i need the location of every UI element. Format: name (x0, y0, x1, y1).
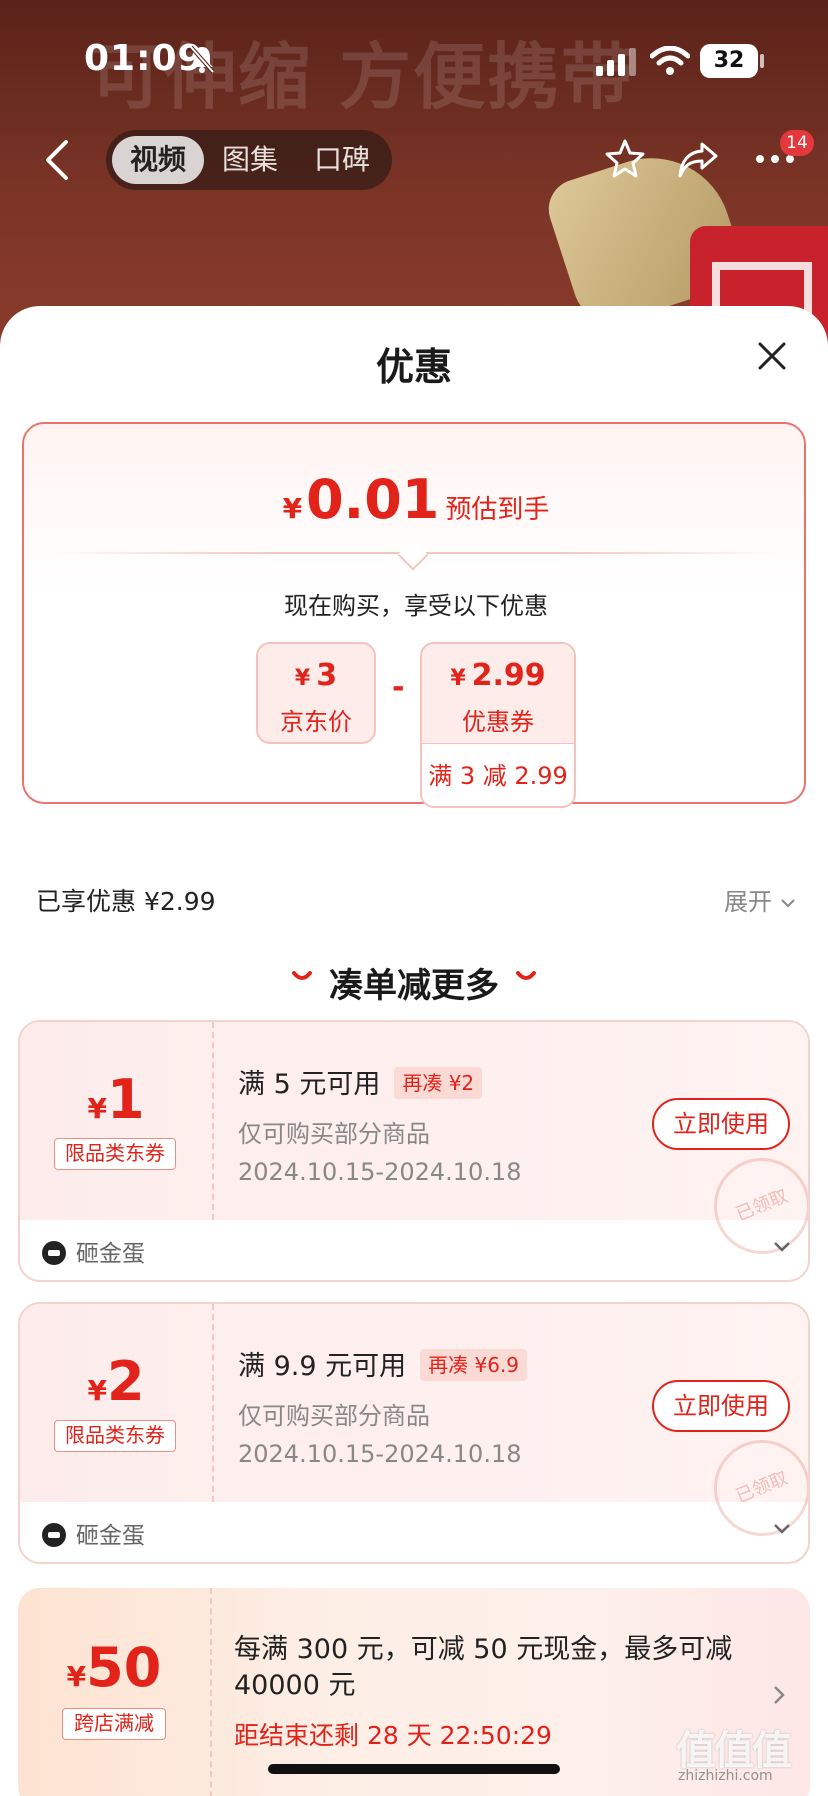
favorite-star-icon[interactable] (604, 138, 646, 180)
jd-price-box: ¥3 京东价 (256, 642, 376, 744)
coupon-main: ¥1 限品类东券 满 5 元可用 再凑 ¥2 仅可购买部分商品 2024.10.1… (20, 1022, 808, 1269)
coupon-condition: 满 9.9 元可用 再凑 ¥6.9 (238, 1344, 527, 1383)
currency-symbol: ¥ (450, 666, 466, 691)
coupon-condition-text: 满 5 元可用 (238, 1069, 381, 1100)
price-summary-card: ¥0.01 预估到手 现在购买，享受以下优惠 ¥3 京东价 - ¥2.99 优惠券… (22, 422, 808, 808)
bell-off-icon (189, 45, 215, 74)
chevron-down-icon[interactable] (772, 1522, 792, 1536)
source-icon (42, 1523, 66, 1547)
coupon-discount-box: ¥2.99 优惠券 满 3 减 2.99 (420, 642, 576, 808)
cellular-signal-icon (596, 48, 636, 76)
currency-symbol: ¥ (294, 666, 311, 691)
expand-label: 展开 (724, 888, 772, 916)
coupon-amount: 1 (106, 1068, 145, 1131)
coupon-main: ¥2 限品类东券 满 9.9 元可用 再凑 ¥6.9 仅可购买部分商品 2024.… (20, 1304, 808, 1551)
enjoyed-discount-text: 已享优惠 ¥2.99 (36, 887, 216, 916)
coupon-rule: 满 3 减 2.99 (428, 762, 568, 790)
back-arrow-icon[interactable] (38, 138, 78, 182)
divider-notch (397, 539, 429, 571)
media-tabs: 视频 图集 口碑 (106, 130, 392, 190)
coupon-condition: 满 5 元可用 再凑 ¥2 (238, 1062, 483, 1101)
chevron-right-icon (774, 1686, 785, 1704)
use-now-button[interactable]: 立即使用 (652, 1380, 790, 1432)
promo-description: 每满 300 元，可减 50 元现金，最多可减 40000 元 (234, 1634, 733, 1701)
coupon-source[interactable]: 砸金蛋 (42, 1516, 145, 1550)
coupon-source-label: 砸金蛋 (76, 1241, 145, 1267)
use-now-button[interactable]: 立即使用 (652, 1098, 790, 1150)
jd-price-label: 京东价 (280, 708, 352, 736)
home-indicator[interactable] (268, 1764, 560, 1774)
source-icon (42, 1241, 66, 1265)
currency-symbol: ¥ (87, 1092, 107, 1125)
currency-symbol: ¥ (66, 1660, 87, 1693)
claimed-stamp: 已领取 (699, 1143, 808, 1269)
coupon-card: ¥2 限品类东券 满 9.9 元可用 再凑 ¥6.9 仅可购买部分商品 2024.… (18, 1302, 810, 1564)
coupon-value: ¥1 (20, 1068, 212, 1131)
claimed-stamp: 已领取 (699, 1425, 808, 1551)
jd-price-value: 3 (316, 658, 338, 693)
promo-countdown: 距结束还剩 28 天 22:50:29 (234, 1721, 552, 1750)
coupon-validity: 2024.10.15-2024.10.18 (238, 1440, 522, 1468)
tab-video[interactable]: 视频 (112, 136, 205, 184)
expand-button[interactable]: 展开 (724, 882, 796, 917)
decorative-smile-icon (516, 971, 536, 980)
final-price-label: 预估到手 (445, 495, 550, 525)
coupon-extra-badge: 再凑 ¥6.9 (420, 1349, 527, 1381)
estimated-final-price: ¥0.01 预估到手 (24, 468, 808, 531)
status-time: 01:09 (84, 38, 204, 79)
promo-value: ¥50 (18, 1636, 210, 1699)
battery-cap (760, 54, 764, 68)
share-icon[interactable] (676, 140, 720, 180)
coupon-type-tag: 限品类东券 (54, 1138, 176, 1170)
coupon-condition-text: 满 9.9 元可用 (238, 1351, 407, 1382)
promo-type-tag: 跨店满减 (62, 1708, 166, 1740)
enjoy-text: 现在购买，享受以下优惠 (284, 592, 548, 620)
currency-symbol: ¥ (282, 492, 303, 525)
coupon-discount-label: 优惠券 (462, 708, 534, 736)
final-price-value: 0.01 (306, 468, 440, 531)
minus-sign: - (392, 670, 405, 705)
coupon-card: ¥1 限品类东券 满 5 元可用 再凑 ¥2 仅可购买部分商品 2024.10.1… (18, 1020, 810, 1282)
coupon-amount: 2 (106, 1350, 145, 1413)
coupon-scope: 仅可购买部分商品 (238, 1402, 430, 1430)
status-bar: 01:09 32 (0, 0, 828, 120)
battery-icon: 32 (700, 44, 758, 78)
coupon-extra-badge: 再凑 ¥2 (394, 1067, 483, 1099)
sheet-title: 优惠 (375, 345, 452, 389)
wifi-icon (650, 46, 690, 75)
coupon-divider (212, 1304, 214, 1502)
promo-divider (210, 1588, 212, 1796)
currency-symbol: ¥ (87, 1374, 107, 1407)
coupon-source[interactable]: 砸金蛋 (42, 1234, 145, 1268)
coupon-scope: 仅可购买部分商品 (238, 1120, 430, 1148)
chevron-down-icon (780, 899, 795, 908)
coupon-validity: 2024.10.15-2024.10.18 (238, 1158, 522, 1186)
coupon-discount-value: 2.99 (471, 658, 546, 693)
section-heading: 凑单减更多 (329, 966, 499, 1006)
notification-badge: 14 (780, 130, 814, 156)
coupon-type-tag: 限品类东券 (54, 1420, 176, 1452)
discount-sheet: 优惠 ¥0.01 预估到手 现在购买，享受以下优惠 ¥3 京东价 - ¥2.99 … (0, 306, 828, 1796)
tab-reviews[interactable]: 口碑 (296, 136, 388, 184)
coupon-divider (212, 1022, 214, 1220)
site-watermark-url: zhizhizhi.com (678, 1768, 773, 1784)
promo-amount: 50 (86, 1636, 162, 1699)
close-icon[interactable] (754, 338, 790, 374)
coupon-source-label: 砸金蛋 (76, 1523, 145, 1549)
coupon-value: ¥2 (20, 1350, 212, 1413)
chevron-down-icon[interactable] (772, 1240, 792, 1254)
tab-gallery[interactable]: 图集 (204, 136, 296, 184)
